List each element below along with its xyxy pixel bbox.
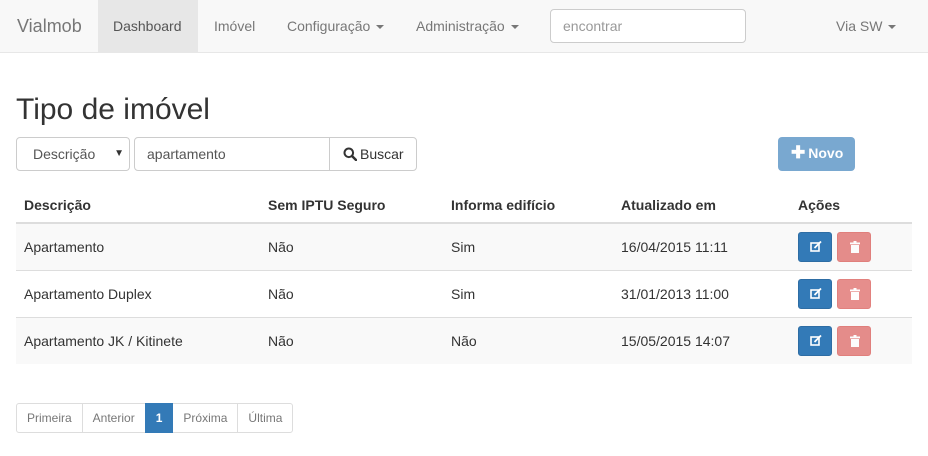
column-header-informa-edificio[interactable]: Informa edifício: [443, 187, 613, 224]
cell-acoes: [790, 269, 912, 317]
cell-descricao: Apartamento JK / Kitinete: [16, 316, 260, 364]
edit-button[interactable]: [798, 278, 832, 309]
nav-item-label: Imóvel: [214, 18, 256, 34]
page-title: Tipo de imóvel: [16, 93, 210, 126]
column-header-sem-iptu[interactable]: Sem IPTU Seguro: [260, 187, 443, 224]
table-header-row: Descrição Sem IPTU Seguro Informa edifíc…: [16, 187, 912, 224]
column-header-acoes: Ações: [790, 187, 912, 224]
cell-atualizado: 31/01/2013 11:00: [613, 269, 790, 317]
edit-icon: [810, 240, 822, 252]
select-value: Descrição: [33, 146, 96, 162]
nav-item-dashboard[interactable]: Dashboard: [98, 0, 198, 52]
plus-icon: ✚: [791, 143, 806, 162]
new-button[interactable]: ✚ Novo: [778, 137, 855, 171]
top-navbar: Vialmob Dashboard Imóvel Configuração Ad…: [0, 0, 928, 53]
cell-atualizado: 15/05/2015 14:07: [613, 316, 790, 364]
delete-button[interactable]: [836, 231, 871, 262]
column-header-descricao[interactable]: Descrição: [16, 187, 260, 224]
edit-button[interactable]: [798, 325, 832, 356]
cell-descricao: Apartamento Duplex: [16, 269, 260, 317]
pagination-next[interactable]: Próxima: [172, 403, 239, 433]
cell-acoes: [790, 222, 912, 270]
cell-sem-iptu: Não: [260, 316, 443, 364]
edit-icon: [810, 334, 822, 346]
nav-item-configuracao[interactable]: Configuração: [272, 0, 399, 52]
delete-button[interactable]: [836, 325, 871, 356]
caret-down-icon: [376, 25, 385, 30]
search-query-input[interactable]: [134, 137, 331, 171]
search-icon: [343, 147, 358, 162]
pagination: Primeira Anterior 1 Próxima Última: [16, 403, 294, 433]
cell-informa-edificio: Sim: [443, 222, 613, 270]
caret-down-icon: [888, 25, 897, 30]
triangle-down-icon: ▼: [114, 148, 124, 159]
brand-logo[interactable]: Vialmob: [17, 16, 82, 37]
trash-icon: [849, 334, 860, 347]
column-header-atualizado[interactable]: Atualizado em: [613, 187, 790, 224]
cell-informa-edificio: Sim: [443, 269, 613, 317]
nav-item-imovel[interactable]: Imóvel: [199, 0, 270, 52]
edit-icon: [810, 287, 822, 299]
search-field-select[interactable]: Descrição ▼: [16, 137, 130, 171]
cell-informa-edificio: Não: [443, 316, 613, 364]
user-menu[interactable]: Via SW: [821, 0, 911, 52]
edit-button[interactable]: [798, 231, 832, 262]
pagination-last[interactable]: Última: [237, 403, 294, 433]
search-button-label: Buscar: [360, 146, 404, 162]
trash-icon: [849, 287, 860, 300]
table-row: Apartamento JK / Kitinete Não Não 15/05/…: [16, 316, 912, 364]
table-row: Apartamento Não Sim 16/04/2015 11:11: [16, 222, 912, 270]
new-button-label: Novo: [808, 145, 844, 161]
cell-descricao: Apartamento: [16, 222, 260, 270]
cell-acoes: [790, 316, 912, 364]
pagination-previous[interactable]: Anterior: [81, 403, 146, 433]
user-menu-label: Via SW: [836, 18, 883, 34]
navbar-search-input[interactable]: [550, 9, 746, 43]
nav-item-label: Administração: [416, 18, 505, 34]
cell-sem-iptu: Não: [260, 269, 443, 317]
table-row: Apartamento Duplex Não Sim 31/01/2013 11…: [16, 269, 912, 317]
caret-down-icon: [510, 25, 519, 30]
trash-icon: [849, 240, 860, 253]
cell-atualizado: 16/04/2015 11:11: [613, 222, 790, 270]
delete-button[interactable]: [836, 278, 871, 309]
nav-item-administracao[interactable]: Administração: [401, 0, 534, 52]
search-button[interactable]: Buscar: [329, 137, 417, 171]
pagination-current-page[interactable]: 1: [144, 403, 174, 433]
nav-item-label: Dashboard: [113, 18, 182, 34]
property-types-table: Descrição Sem IPTU Seguro Informa edifíc…: [16, 187, 912, 364]
nav-item-label: Configuração: [287, 18, 371, 34]
cell-sem-iptu: Não: [260, 222, 443, 270]
pagination-first[interactable]: Primeira: [16, 403, 83, 433]
